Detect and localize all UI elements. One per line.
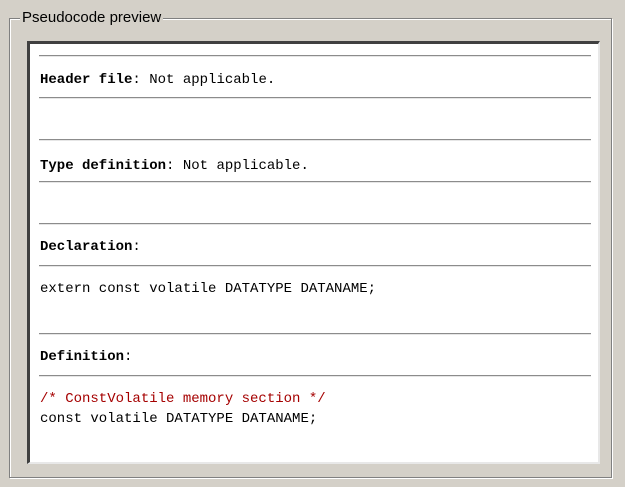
- header-file-label: Header file: [40, 72, 133, 88]
- group-title: Pseudocode preview: [20, 9, 164, 27]
- type-definition-value: Not applicable.: [174, 158, 309, 174]
- definition-comment: /* ConstVolatile memory section */: [40, 391, 326, 407]
- type-definition-line: Type definition: Not applicable.: [40, 157, 309, 175]
- header-file-colon: :: [132, 72, 141, 88]
- declaration-code: extern const volatile DATATYPE DATANAME;: [40, 281, 377, 297]
- separator: [39, 265, 591, 267]
- separator: [39, 375, 591, 377]
- definition-heading: Definition:: [40, 348, 132, 366]
- definition-code: const volatile DATATYPE DATANAME;: [40, 411, 318, 427]
- definition-label: Definition: [40, 349, 125, 365]
- pseudocode-preview-panel[interactable]: Header file: Not applicable. Type defini…: [27, 41, 600, 464]
- header-file-value: Not applicable.: [140, 72, 276, 88]
- separator: [39, 333, 591, 335]
- separator: [39, 181, 591, 183]
- separator: [39, 139, 591, 141]
- declaration-colon: :: [132, 239, 141, 255]
- type-definition-label: Type definition: [40, 158, 167, 174]
- definition-colon: :: [124, 349, 133, 365]
- separator: [39, 55, 591, 57]
- declaration-label: Declaration: [40, 239, 133, 255]
- separator: [39, 223, 591, 225]
- header-file-line: Header file: Not applicable.: [40, 71, 275, 89]
- declaration-heading: Declaration:: [40, 238, 141, 256]
- separator: [39, 97, 591, 99]
